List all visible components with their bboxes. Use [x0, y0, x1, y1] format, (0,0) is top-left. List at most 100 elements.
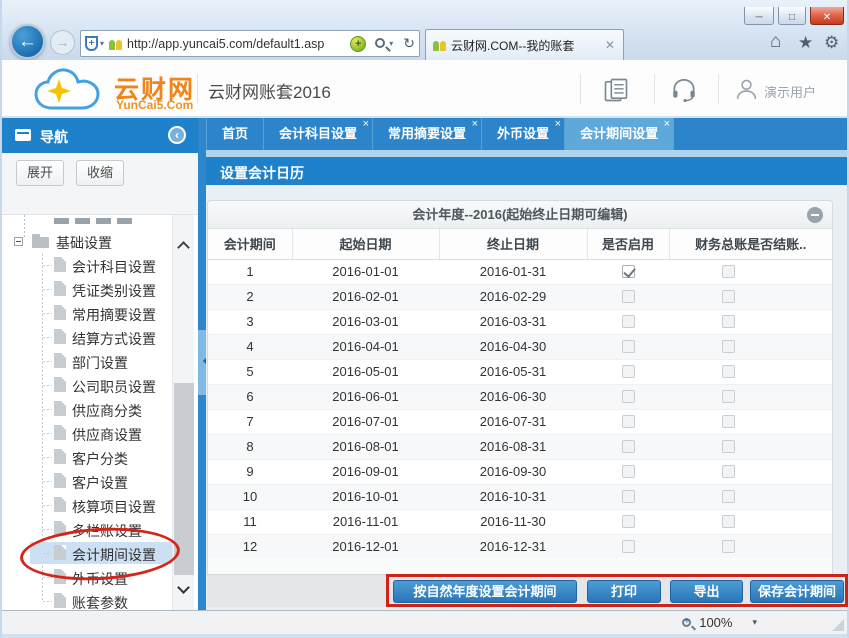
- enabled-checkbox[interactable]: [622, 290, 635, 303]
- tab-close-icon[interactable]: ×: [472, 118, 478, 130]
- ledger-closed-checkbox[interactable]: [722, 265, 735, 278]
- zoom-dropdown-caret[interactable]: ▾: [752, 617, 757, 628]
- collapse-expander-icon[interactable]: [14, 237, 23, 246]
- url-text[interactable]: http://app.yuncai5.com/default1.asp: [127, 37, 345, 51]
- ledger-closed-checkbox[interactable]: [722, 290, 735, 303]
- sidebar-item-15[interactable]: 账套参数: [2, 589, 198, 610]
- start-date-cell[interactable]: 2016-04-01: [292, 334, 439, 359]
- compatibility-view-icon[interactable]: +: [85, 36, 98, 51]
- panel-collapse-icon[interactable]: [807, 207, 823, 223]
- tab-close-icon[interactable]: ×: [555, 118, 561, 130]
- start-date-cell[interactable]: 2016-01-01: [292, 259, 439, 284]
- end-date-cell[interactable]: 2016-06-30: [439, 384, 587, 409]
- zoom-control[interactable]: 100% ▾: [682, 615, 757, 630]
- enabled-checkbox[interactable]: [622, 540, 635, 553]
- window-restore-button[interactable]: □: [778, 7, 806, 25]
- scroll-up-icon[interactable]: [177, 241, 190, 254]
- ledger-closed-checkbox[interactable]: [722, 340, 735, 353]
- start-date-cell[interactable]: 2016-07-01: [292, 409, 439, 434]
- end-date-cell[interactable]: 2016-02-29: [439, 284, 587, 309]
- search-icon[interactable]: [375, 38, 385, 48]
- ledger-closed-checkbox[interactable]: [722, 440, 735, 453]
- sidebar-item-10[interactable]: 客户设置: [2, 469, 198, 493]
- start-date-cell[interactable]: 2016-08-01: [292, 434, 439, 459]
- app-tab-3[interactable]: 常用摘要设置 ×: [373, 118, 482, 150]
- sidebar-item-6[interactable]: 公司职员设置: [2, 373, 198, 397]
- favorites-star-icon[interactable]: ★: [798, 33, 813, 53]
- resize-grip[interactable]: [832, 619, 844, 631]
- refresh-icon[interactable]: ↻: [403, 35, 415, 52]
- enabled-checkbox[interactable]: [622, 265, 635, 278]
- enabled-checkbox[interactable]: [622, 390, 635, 403]
- documents-icon[interactable]: [602, 76, 630, 104]
- end-date-cell[interactable]: 2016-08-31: [439, 434, 587, 459]
- end-date-cell[interactable]: 2016-05-31: [439, 359, 587, 384]
- ledger-closed-checkbox[interactable]: [722, 390, 735, 403]
- tab-close-icon[interactable]: ×: [363, 118, 369, 130]
- address-dropdown-caret[interactable]: ▾: [100, 39, 104, 48]
- end-date-cell[interactable]: 2016-04-30: [439, 334, 587, 359]
- app-tab-4[interactable]: 外币设置 ×: [482, 118, 565, 150]
- ledger-closed-checkbox[interactable]: [722, 365, 735, 378]
- scroll-down-icon[interactable]: [177, 581, 190, 594]
- sidebar-item-11[interactable]: 核算项目设置: [2, 493, 198, 517]
- splitter-handle[interactable]: [198, 330, 206, 395]
- expand-all-button[interactable]: 展开: [16, 160, 64, 186]
- end-date-cell[interactable]: 2016-12-31: [439, 534, 587, 559]
- ledger-closed-checkbox[interactable]: [722, 515, 735, 528]
- enabled-checkbox[interactable]: [622, 415, 635, 428]
- app-tab-5[interactable]: 会计期间设置 ×: [565, 118, 674, 150]
- sidebar-item-9[interactable]: 客户分类: [2, 445, 198, 469]
- address-bar[interactable]: + ▾ http://app.yuncai5.com/default1.asp …: [80, 30, 420, 57]
- enabled-checkbox[interactable]: [622, 465, 635, 478]
- end-date-cell[interactable]: 2016-01-31: [439, 259, 587, 284]
- browser-back-button[interactable]: ←: [10, 24, 45, 59]
- sidebar-item-5[interactable]: 部门设置: [2, 349, 198, 373]
- enabled-checkbox[interactable]: [622, 440, 635, 453]
- start-date-cell[interactable]: 2016-10-01: [292, 484, 439, 509]
- ledger-closed-checkbox[interactable]: [722, 415, 735, 428]
- search-dropdown-caret[interactable]: ▾: [389, 39, 393, 48]
- start-date-cell[interactable]: 2016-11-01: [292, 509, 439, 534]
- start-date-cell[interactable]: 2016-05-01: [292, 359, 439, 384]
- browser-forward-button[interactable]: →: [50, 30, 75, 55]
- sidebar-item-1[interactable]: 会计科目设置: [2, 253, 198, 277]
- enabled-checkbox[interactable]: [622, 340, 635, 353]
- start-date-cell[interactable]: 2016-03-01: [292, 309, 439, 334]
- app-tab-2[interactable]: 会计科目设置 ×: [264, 118, 373, 150]
- sidebar-group-basic-settings[interactable]: 基础设置: [2, 230, 198, 254]
- start-date-cell[interactable]: 2016-12-01: [292, 534, 439, 559]
- sidebar-collapse-icon[interactable]: ‹: [168, 126, 186, 144]
- enabled-checkbox[interactable]: [622, 515, 635, 528]
- ledger-closed-checkbox[interactable]: [722, 490, 735, 503]
- sidebar-item-2[interactable]: 凭证类别设置: [2, 277, 198, 301]
- enabled-checkbox[interactable]: [622, 490, 635, 503]
- end-date-cell[interactable]: 2016-03-31: [439, 309, 587, 334]
- sidebar-item-3[interactable]: 常用摘要设置: [2, 301, 198, 325]
- tab-close-icon[interactable]: ✕: [603, 38, 617, 52]
- end-date-cell[interactable]: 2016-07-31: [439, 409, 587, 434]
- browser-tab[interactable]: 云财网.COM--我的账套 ✕: [425, 29, 624, 60]
- sidebar-item-4[interactable]: 结算方式设置: [2, 325, 198, 349]
- start-date-cell[interactable]: 2016-02-01: [292, 284, 439, 309]
- user-icon[interactable]: [734, 77, 759, 102]
- end-date-cell[interactable]: 2016-11-30: [439, 509, 587, 534]
- end-date-cell[interactable]: 2016-09-30: [439, 459, 587, 484]
- tab-close-icon[interactable]: ×: [664, 118, 670, 130]
- enabled-checkbox[interactable]: [622, 315, 635, 328]
- collapse-all-button[interactable]: 收缩: [76, 160, 124, 186]
- panel-splitter[interactable]: [198, 118, 206, 610]
- plugin-icon[interactable]: +: [350, 36, 366, 52]
- current-user-label[interactable]: 演示用户: [764, 82, 816, 101]
- window-minimize-button[interactable]: ─: [744, 7, 774, 25]
- enabled-checkbox[interactable]: [622, 365, 635, 378]
- ledger-closed-checkbox[interactable]: [722, 315, 735, 328]
- sidebar-item-7[interactable]: 供应商分类: [2, 397, 198, 421]
- ledger-closed-checkbox[interactable]: [722, 540, 735, 553]
- ledger-closed-checkbox[interactable]: [722, 465, 735, 478]
- end-date-cell[interactable]: 2016-10-31: [439, 484, 587, 509]
- home-icon[interactable]: ⌂: [770, 31, 781, 53]
- start-date-cell[interactable]: 2016-06-01: [292, 384, 439, 409]
- start-date-cell[interactable]: 2016-09-01: [292, 459, 439, 484]
- sidebar-item-8[interactable]: 供应商设置: [2, 421, 198, 445]
